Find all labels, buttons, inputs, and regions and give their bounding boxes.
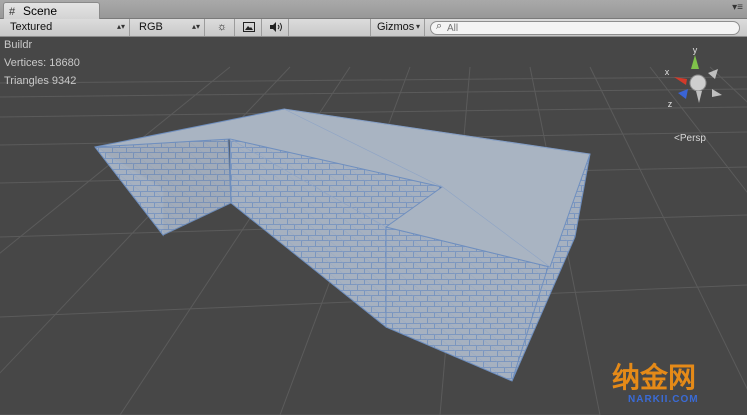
orientation-gizmo[interactable]: y x z: [660, 45, 730, 115]
search-input[interactable]: [447, 22, 727, 34]
render-mode-dropdown[interactable]: Textured ▴▾: [4, 19, 130, 36]
watermark-main-text: 纳金网: [612, 361, 696, 394]
axis-neg-y-cone[interactable]: [696, 91, 702, 103]
axis-neg-z-cone[interactable]: [712, 89, 722, 97]
axis-neg-x-cone[interactable]: [708, 69, 718, 79]
scene-viewport[interactable]: Buildr Vertices: 18680 Triangles 9342 y …: [0, 37, 747, 415]
tab-scene-label: Scene: [23, 4, 58, 18]
gizmo-y-label: y: [693, 45, 698, 55]
scene-toolbar: Textured ▴▾ RGB ▴▾ ☼ Gizmos ▾ ⌕: [0, 19, 747, 37]
gizmo-x-label: x: [665, 67, 670, 77]
object-name: Buildr: [4, 39, 33, 51]
axis-z-cone[interactable]: [678, 89, 688, 99]
skybox-toggle[interactable]: [236, 19, 262, 36]
search-icon: ⌕: [436, 20, 443, 32]
projection-toggle[interactable]: <Persp: [674, 133, 706, 144]
axis-x-cone[interactable]: [674, 77, 687, 85]
panel-menu-icon[interactable]: ▾≡: [732, 2, 743, 13]
dropdown-arrow-icon: ▾: [415, 22, 420, 31]
narkii-watermark: 纳金网 NARKII.COM: [612, 361, 699, 405]
speaker-audio-icon: [269, 22, 282, 32]
vertex-count: Vertices: 18680: [4, 57, 80, 69]
projection-label: Persp: [679, 133, 706, 144]
image-skybox-icon: [242, 22, 255, 32]
updown-arrow-icon: ▴▾: [191, 22, 200, 31]
sun-lighting-icon: ☼: [216, 21, 228, 33]
scene-grid-icon: #: [9, 6, 16, 18]
render-mode-value: Textured: [10, 21, 53, 33]
triangle-count: Triangles 9342: [4, 75, 77, 87]
color-mode-dropdown[interactable]: RGB ▴▾: [133, 19, 205, 36]
tab-bar: # Scene ▾≡: [0, 0, 747, 20]
lighting-toggle[interactable]: ☼: [210, 19, 235, 36]
audio-toggle[interactable]: [263, 19, 289, 36]
watermark-sub-text: NARKII.COM: [628, 394, 699, 405]
tab-scene[interactable]: # Scene: [3, 2, 100, 20]
gizmo-center[interactable]: [689, 74, 707, 92]
search-box[interactable]: ⌕: [430, 20, 740, 35]
gizmos-label: Gizmos: [377, 21, 415, 33]
updown-arrow-icon: ▴▾: [116, 22, 125, 31]
gizmos-dropdown[interactable]: Gizmos ▾: [370, 19, 425, 36]
axis-y-cone[interactable]: [691, 55, 699, 69]
gizmo-z-label: z: [668, 99, 673, 109]
color-mode-value: RGB: [139, 21, 163, 33]
